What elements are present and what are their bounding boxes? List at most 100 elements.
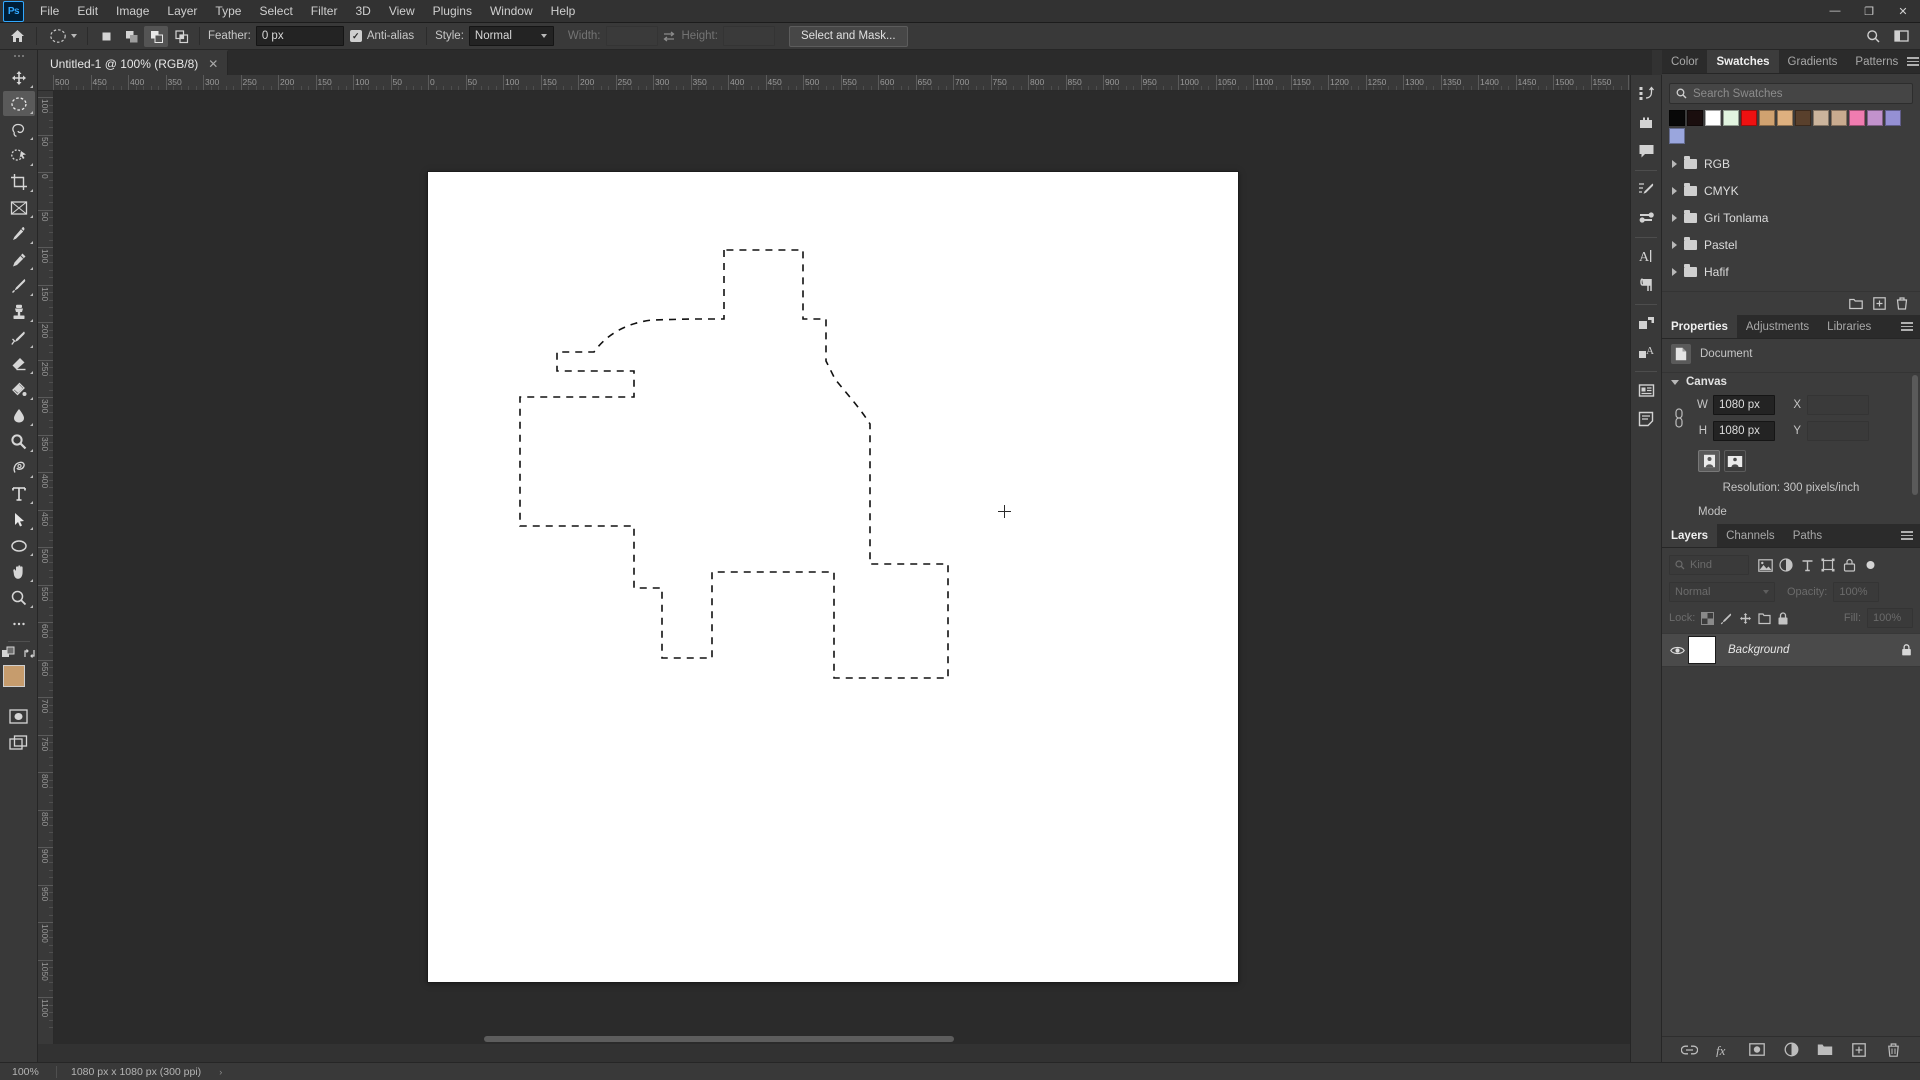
lock-image-icon[interactable]: [1720, 612, 1733, 625]
crop-tool[interactable]: [3, 169, 35, 194]
elliptical-marquee-tool[interactable]: [2, 91, 35, 116]
intersect-with-selection-button[interactable]: [169, 26, 193, 47]
eraser-tool[interactable]: [3, 351, 35, 376]
properties-panel-menu-button[interactable]: [1901, 315, 1920, 338]
layers-panel-menu-button[interactable]: [1901, 524, 1920, 547]
scrollbar-thumb[interactable]: [484, 1036, 954, 1042]
notes-icon[interactable]: [1632, 405, 1660, 433]
filter-toggle-icon[interactable]: [1862, 557, 1878, 573]
new-selection-button[interactable]: [94, 26, 118, 47]
select-and-mask-button[interactable]: Select and Mask...: [788, 25, 908, 47]
swatch-chip[interactable]: [1759, 110, 1775, 126]
lock-position-icon[interactable]: [1739, 612, 1752, 625]
workspace-switcher-icon[interactable]: [1888, 25, 1914, 47]
blend-mode-select[interactable]: Normal: [1669, 582, 1775, 602]
tab-patterns[interactable]: Patterns: [1846, 50, 1907, 73]
object-selection-tool[interactable]: [3, 143, 35, 168]
dodge-tool[interactable]: [3, 429, 35, 454]
minimize-button[interactable]: —: [1818, 0, 1852, 23]
history-brush-tool[interactable]: [3, 325, 35, 350]
opacity-input[interactable]: 100%: [1833, 582, 1880, 602]
type-tool[interactable]: [3, 481, 35, 506]
tab-properties[interactable]: Properties: [1662, 315, 1737, 338]
hand-tool[interactable]: [3, 559, 35, 584]
close-button[interactable]: ✕: [1886, 0, 1920, 23]
shape-filter-icon[interactable]: [1820, 557, 1836, 573]
menu-3d[interactable]: 3D: [346, 0, 379, 22]
close-icon[interactable]: ✕: [208, 57, 218, 71]
layer-visibility-toggle[interactable]: [1666, 645, 1688, 656]
lock-artboard-icon[interactable]: [1758, 612, 1771, 625]
menu-type[interactable]: Type: [206, 0, 250, 22]
table-row[interactable]: Background: [1662, 633, 1920, 667]
move-tool[interactable]: [3, 65, 35, 90]
tab-paths[interactable]: Paths: [1784, 524, 1831, 547]
brush-tool[interactable]: [3, 273, 35, 298]
subtract-from-selection-button[interactable]: [144, 25, 168, 47]
landscape-orientation-button[interactable]: [1724, 450, 1746, 472]
swatch-chip[interactable]: [1867, 110, 1883, 126]
clone-stamp-tool[interactable]: [3, 299, 35, 324]
tab-adjustments[interactable]: Adjustments: [1737, 315, 1818, 338]
swatch-group-pastel[interactable]: Pastel: [1662, 231, 1920, 258]
swatch-chip[interactable]: [1669, 128, 1685, 144]
tab-channels[interactable]: Channels: [1717, 524, 1784, 547]
character-styles-icon[interactable]: A: [1632, 338, 1660, 366]
menu-layer[interactable]: Layer: [158, 0, 206, 22]
menu-file[interactable]: File: [31, 0, 68, 22]
edit-toolbar-tool[interactable]: [3, 611, 35, 636]
delete-swatch-icon[interactable]: [1896, 297, 1908, 310]
style-select[interactable]: Normal: [468, 26, 554, 46]
swatch-chip[interactable]: [1687, 110, 1703, 126]
menu-image[interactable]: Image: [107, 0, 158, 22]
brush-settings-icon[interactable]: [1632, 175, 1660, 203]
adjustment-filter-icon[interactable]: [1778, 557, 1794, 573]
canvas-width-input[interactable]: 1080 px: [1713, 395, 1775, 415]
menu-view[interactable]: View: [380, 0, 424, 22]
search-icon[interactable]: [1860, 25, 1886, 47]
smart-object-filter-icon[interactable]: [1841, 557, 1857, 573]
swatch-group-hafif[interactable]: Hafif: [1662, 258, 1920, 285]
tab-libraries[interactable]: Libraries: [1818, 315, 1880, 338]
layer-style-icon[interactable]: fx: [1715, 1041, 1732, 1058]
color-chips[interactable]: [2, 664, 36, 698]
lock-icon[interactable]: [1901, 644, 1912, 656]
adjustment-layer-icon[interactable]: [1783, 1041, 1800, 1058]
swatch-chip[interactable]: [1741, 110, 1757, 126]
path-selection-tool[interactable]: [3, 507, 35, 532]
quick-mask-toggle[interactable]: [3, 704, 35, 729]
canvas-x-input[interactable]: [1807, 395, 1869, 415]
home-button[interactable]: [4, 25, 30, 47]
delete-layer-icon[interactable]: [1885, 1041, 1902, 1058]
libraries-icon[interactable]: [1632, 376, 1660, 404]
swatch-chip[interactable]: [1705, 110, 1721, 126]
pen-tool[interactable]: [3, 455, 35, 480]
character-icon[interactable]: A: [1632, 242, 1660, 270]
vertical-ruler[interactable]: 100 50 0 50 100 150 200 250 300 350 400 450 500 550 60…: [38, 91, 54, 1044]
eyedropper-tool[interactable]: [3, 221, 35, 246]
zoom-level[interactable]: 100%: [0, 1066, 56, 1078]
swatch-chip[interactable]: [1849, 110, 1865, 126]
height-input[interactable]: [722, 26, 775, 46]
canvas-horizontal-scrollbar[interactable]: [54, 1034, 1642, 1044]
new-swatch-icon[interactable]: [1873, 297, 1886, 310]
menu-filter[interactable]: Filter: [302, 0, 347, 22]
default-colors-icon[interactable]: [1, 646, 16, 660]
scrollbar-thumb[interactable]: [1912, 375, 1918, 495]
tab-gradients[interactable]: Gradients: [1779, 50, 1847, 73]
lasso-tool[interactable]: [3, 117, 35, 142]
layer-comps-icon[interactable]: [1632, 309, 1660, 337]
brush-presets-icon[interactable]: [1632, 204, 1660, 232]
canvas-section-header[interactable]: Canvas: [1662, 372, 1920, 395]
menu-plugins[interactable]: Plugins: [424, 0, 481, 22]
zoom-tool[interactable]: [3, 585, 35, 610]
blur-tool[interactable]: [3, 403, 35, 428]
new-group-icon[interactable]: [1849, 298, 1863, 310]
swatch-chip[interactable]: [1831, 110, 1847, 126]
filter-kind-select[interactable]: Kind: [1669, 555, 1749, 575]
tab-layers[interactable]: Layers: [1662, 524, 1718, 547]
document-canvas[interactable]: [428, 172, 1238, 982]
swap-dimensions-icon[interactable]: [658, 26, 680, 46]
width-input[interactable]: [605, 26, 658, 46]
spot-healing-brush-tool[interactable]: [3, 247, 35, 272]
